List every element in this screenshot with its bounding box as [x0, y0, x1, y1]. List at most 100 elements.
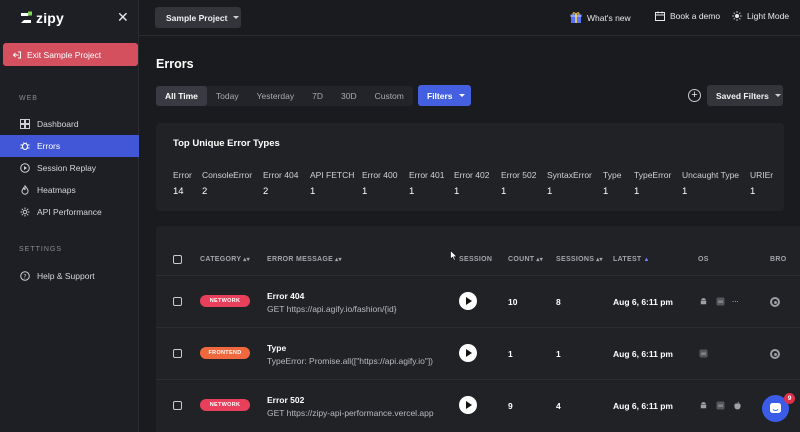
add-filter-button[interactable]: +: [688, 89, 701, 102]
filters-label: Filters: [427, 90, 453, 101]
sidebar-item-session-replay[interactable]: Session Replay: [0, 157, 139, 179]
error-type-item[interactable]: Error 402 1: [454, 170, 489, 197]
play-session-button[interactable]: [459, 292, 477, 310]
play-session-button[interactable]: [459, 396, 477, 414]
column-header-sessions[interactable]: SESSIONS ▴▾: [556, 256, 603, 263]
error-type-count: 1: [682, 186, 688, 197]
range-7d[interactable]: 7D: [303, 86, 332, 106]
error-type-name: Error 401: [409, 170, 445, 180]
whats-new-link[interactable]: What's new: [570, 11, 631, 24]
error-type-item[interactable]: Uncaught Type 1: [682, 170, 739, 197]
error-type-count: 1: [409, 186, 415, 197]
chevron-down-icon: [233, 16, 240, 19]
book-demo-link[interactable]: Book a demo: [655, 11, 720, 21]
whats-new-label: What's new: [587, 12, 631, 23]
column-header-session: SESSION: [459, 256, 492, 263]
latest-time: Aug 6, 6:11 pm: [613, 349, 673, 359]
ios-icon: iOS: [716, 401, 725, 410]
session-count: 1: [556, 349, 561, 359]
range-yesterday[interactable]: Yesterday: [248, 86, 304, 106]
error-type-count: 1: [362, 186, 368, 197]
row-checkbox[interactable]: [173, 349, 182, 358]
chevron-down-icon: [774, 94, 781, 97]
select-all-checkbox[interactable]: [173, 255, 182, 264]
error-type-item[interactable]: API FETCH 1: [310, 170, 354, 197]
error-type-item[interactable]: Error 502 1: [501, 170, 536, 197]
svg-text:iOS: iOS: [718, 404, 723, 408]
saved-filters-button[interactable]: Saved Filters: [707, 85, 783, 106]
project-select[interactable]: Sample Project: [155, 7, 241, 28]
error-type-item[interactable]: Error 400 1: [362, 170, 397, 197]
light-mode-toggle[interactable]: Light Mode: [732, 11, 789, 21]
exit-label: Exit Sample Project: [27, 49, 102, 60]
close-icon[interactable]: ✕: [117, 9, 129, 25]
range-today[interactable]: Today: [207, 86, 248, 106]
column-header-label: BRO: [770, 256, 787, 263]
error-type-item[interactable]: Error 401 1: [409, 170, 444, 197]
column-header-label: ERROR MESSAGE: [267, 256, 334, 263]
error-type-count: 14: [173, 186, 184, 197]
play-session-button[interactable]: [459, 344, 477, 362]
range-custom[interactable]: Custom: [366, 86, 413, 106]
column-header-latest[interactable]: LATEST ▲: [613, 256, 650, 263]
error-type-item[interactable]: Error 14: [173, 170, 192, 197]
error-message: GET https://api.agify.io/fashion/{id}: [267, 304, 397, 314]
svg-text:iOS: iOS: [701, 352, 706, 356]
category-badge: NETWORK: [200, 399, 250, 411]
error-type-item[interactable]: Type 1: [603, 170, 621, 197]
error-type-item[interactable]: SyntaxError 1: [547, 170, 592, 197]
sidebar-item-heatmaps[interactable]: Heatmaps: [0, 179, 139, 201]
error-count: 10: [508, 297, 518, 307]
column-header-label: SESSIONS: [556, 256, 595, 263]
row-divider: [156, 379, 800, 380]
sidebar-item-errors[interactable]: Errors: [0, 135, 139, 157]
column-header-label: CATEGORY: [200, 256, 242, 263]
error-type-item[interactable]: Error 404 2: [263, 170, 298, 197]
error-type-name: Error 400: [362, 170, 398, 180]
topbar: Sample Project What's new Book a demo Li…: [139, 0, 800, 36]
gift-icon: [570, 12, 582, 23]
sidebar-item-label: Session Replay: [37, 163, 97, 173]
gear-icon: [20, 207, 30, 217]
exit-sample-project-button[interactable]: Exit Sample Project: [3, 43, 138, 66]
range-all-time[interactable]: All Time: [156, 86, 207, 106]
svg-text:iOS: iOS: [718, 300, 723, 304]
column-header-message[interactable]: ERROR MESSAGE ▴▾: [267, 256, 342, 263]
error-type-item[interactable]: ConsoleError 2: [202, 170, 252, 197]
error-type-name: TypeError: [634, 170, 672, 180]
error-title: Error 404: [267, 291, 305, 301]
chevron-down-icon: [458, 94, 465, 97]
error-type-name: Uncaught Type: [682, 170, 740, 180]
column-header-label: COUNT: [508, 256, 535, 263]
dashboard-icon: [20, 119, 30, 129]
logo[interactable]: zipy: [19, 9, 64, 27]
error-message: GET https://zipy-api-performance.vercel.…: [267, 408, 434, 418]
row-checkbox[interactable]: [173, 401, 182, 410]
error-title: Type: [267, 343, 287, 353]
sidebar-item-label: Help & Support: [37, 271, 95, 281]
bug-icon: [20, 141, 30, 151]
chat-unread-badge: 9: [784, 393, 795, 404]
sidebar-item-help-support[interactable]: ? Help & Support: [0, 265, 139, 287]
row-divider: [156, 327, 800, 328]
column-header-label: SESSION: [459, 256, 493, 263]
apple-icon: [734, 401, 741, 410]
sidebar-item-dashboard[interactable]: Dashboard: [0, 113, 139, 135]
category-badge: NETWORK: [200, 295, 250, 307]
sidebar-item-api-performance[interactable]: API Performance: [0, 201, 139, 223]
column-header-category[interactable]: CATEGORY ▴▾: [200, 256, 250, 263]
project-name: Sample Project: [166, 12, 228, 23]
sidebar-item-label: Dashboard: [37, 119, 79, 129]
error-type-item[interactable]: TypeError 1: [634, 170, 671, 197]
mouse-cursor-icon: [450, 250, 458, 261]
range-30d[interactable]: 30D: [332, 86, 366, 106]
error-type-item[interactable]: URIEr 1: [750, 170, 773, 197]
sidebar: zipy ✕ Exit Sample Project WEB Dashboard…: [0, 0, 139, 432]
page-title: Errors: [156, 57, 194, 71]
column-header-count[interactable]: COUNT ▴▾: [508, 256, 543, 263]
error-count: 9: [508, 401, 513, 411]
errors-table: CATEGORY ▴▾ ERROR MESSAGE ▴▾ SESSION COUNT…: [156, 226, 800, 432]
row-checkbox[interactable]: [173, 297, 182, 306]
filters-button[interactable]: Filters: [418, 85, 471, 106]
error-type-name: Error 404: [263, 170, 299, 180]
